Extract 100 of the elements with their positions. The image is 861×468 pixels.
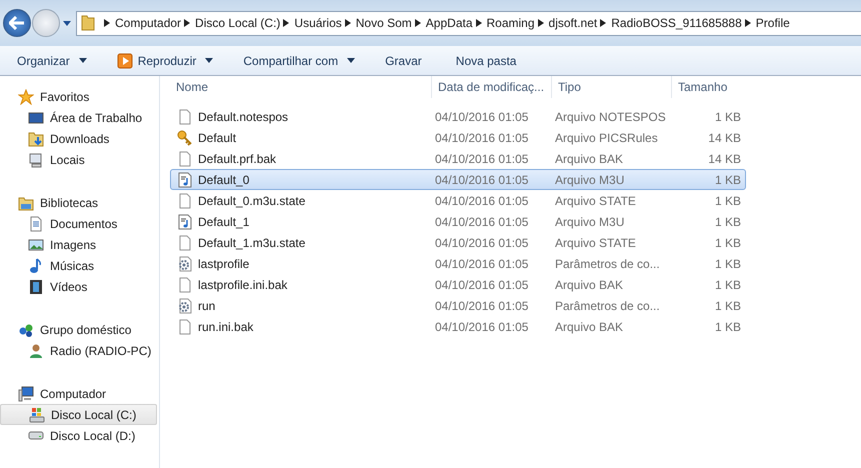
file-row[interactable]: Default.notespos 04/10/2016 01:05 Arquivo NOTESPOS 1 KB [170, 106, 746, 127]
breadcrumb-link[interactable]: Novo Som [356, 14, 412, 32]
user-icon [28, 342, 44, 358]
table-cell-text: 1 KB [714, 214, 742, 230]
breadcrumb-link[interactable]: Computador [115, 14, 182, 32]
file-name: run.ini.bak [198, 318, 254, 336]
column-header[interactable]: Tamanho [672, 76, 746, 98]
table-cell-text: Arquivo BAK [554, 150, 624, 168]
sidebar-header[interactable]: Computador [0, 383, 159, 404]
drive-icon [29, 406, 45, 422]
settings-file-icon [177, 256, 193, 272]
monitor-icon [28, 110, 44, 126]
file-icon [177, 276, 193, 292]
document-icon [28, 216, 44, 232]
chevron-icon[interactable] [744, 19, 751, 27]
column-header[interactable]: Nome [170, 76, 432, 98]
sidebar-item[interactable]: Vídeos [0, 276, 157, 297]
chevron-icon[interactable] [600, 19, 606, 27]
table-cell-text: Arquivo PICSRules [554, 130, 659, 146]
playlist-icon [177, 172, 193, 188]
sidebar-header[interactable]: Bibliotecas [0, 192, 159, 213]
caret-icon [347, 58, 356, 63]
picture-icon [28, 236, 44, 252]
file-name: lastprofile [198, 256, 250, 272]
file-row[interactable]: lastprofile.ini.bak 04/10/2016 01:05 Arquivo BAK 1 KB [170, 274, 746, 295]
file-row[interactable]: run.ini.bak 04/10/2016 01:05 Arquivo BAK 1 KB [170, 316, 746, 337]
chevron-icon[interactable] [476, 19, 482, 27]
file-row[interactable]: Default 04/10/2016 01:05 Arquivo PICSRules 14 KB [170, 127, 746, 148]
table-cell-text: Arquivo BAK [554, 318, 624, 336]
folder-arrow-icon [28, 130, 44, 146]
play-icon [116, 52, 133, 68]
breadcrumb-link[interactable]: djsoft.net [548, 14, 598, 32]
sidebar-item[interactable]: Radio (RADIO-PC) [0, 340, 157, 361]
back-arrow-icon [9, 16, 25, 30]
column-header[interactable]: Tipo [552, 76, 672, 98]
table-cell-text: 04/10/2016 01:05 [434, 172, 530, 188]
table-cell-text: 1 KB [714, 108, 742, 126]
star-icon [18, 88, 34, 104]
file-name: Default_0.m3u.state [198, 192, 306, 210]
file-row[interactable]: Default.prf.bak 04/10/2016 01:05 Arquivo BAK 14 KB [170, 148, 746, 169]
sidebar-item[interactable]: Imagens [0, 234, 157, 255]
sidebar-item[interactable]: Área de Trabalho [0, 107, 157, 128]
file-name: Default_1.m3u.state [198, 234, 306, 252]
breadcrumb-link[interactable]: Profile [756, 14, 790, 32]
file-name: Default_1 [198, 214, 250, 230]
table-cell-text: 14 KB [707, 130, 742, 146]
file-name: Default_0 [198, 172, 250, 188]
chevron-icon[interactable] [344, 19, 351, 27]
sidebar-item[interactable]: Documentos [0, 213, 157, 234]
music-note-icon [28, 258, 44, 274]
file-name: run [198, 298, 216, 314]
chevron-icon[interactable] [414, 19, 421, 27]
file-row[interactable]: Default_0.m3u.state 04/10/2016 01:05 Arquivo STATE 1 KB [170, 190, 746, 211]
chevron-icon[interactable] [283, 19, 290, 27]
sidebar-header[interactable]: Grupo doméstico [0, 319, 159, 340]
file-row[interactable]: run 04/10/2016 01:05 Parâmetros de co... 1 KB [170, 295, 746, 316]
table-cell-text: 1 KB [714, 276, 742, 294]
computer-icon [28, 152, 44, 168]
sidebar-item[interactable]: Disco Local (C:) [0, 404, 157, 425]
breadcrumb-link[interactable]: Disco Local (C:) [195, 14, 280, 32]
file-row[interactable]: Default_1 04/10/2016 01:05 Arquivo M3U 1 KB [170, 211, 746, 232]
sidebar-item[interactable]: Locais [0, 149, 157, 170]
breadcrumb-link[interactable]: Usuários [294, 14, 342, 32]
table-cell-text: 1 KB [714, 318, 742, 336]
chevron-icon[interactable] [538, 19, 544, 27]
table-cell-text: Parâmetros de co... [554, 256, 661, 272]
computer-icon [18, 386, 34, 402]
toolbar-button[interactable]: Compartilhar com [234, 48, 364, 72]
key-icon [177, 130, 193, 146]
file-icon [177, 108, 193, 124]
table-cell-text: 04/10/2016 01:05 [434, 214, 530, 230]
table-cell-text: 14 KB [707, 150, 742, 168]
table-cell-text: 04/10/2016 01:05 [434, 150, 530, 168]
breadcrumb-link[interactable]: RadioBOSS_911685888 [611, 14, 742, 32]
chevron-icon[interactable] [184, 19, 190, 27]
breadcrumb-link[interactable]: Roaming [486, 14, 535, 32]
chevron-icon[interactable] [104, 19, 110, 27]
back-button[interactable] [3, 9, 31, 37]
file-icon [177, 234, 193, 250]
column-header[interactable]: Data de modificaç... [432, 76, 552, 98]
history-caret-icon[interactable] [62, 19, 72, 27]
sidebar-header[interactable]: Favoritos [0, 86, 159, 107]
homegroup-icon [18, 322, 34, 338]
address-bar[interactable]: Computador Disco Local (C:) Usuários Novo Som AppData Roaming djsoft.net RadioBOSS_911685888 Profile [76, 10, 861, 36]
toolbar-button[interactable]: Organizar [8, 48, 96, 72]
file-row[interactable]: Default_1.m3u.state 04/10/2016 01:05 Arquivo STATE 1 KB [170, 232, 746, 253]
toolbar-button[interactable]: Gravar [376, 48, 431, 72]
toolbar-button[interactable]: Reproduzir [108, 48, 222, 72]
file-row[interactable]: Default_0 04/10/2016 01:05 Arquivo M3U 1 KB [170, 169, 746, 190]
table-cell-text: 04/10/2016 01:05 [434, 256, 530, 272]
file-row[interactable]: lastprofile 04/10/2016 01:05 Parâmetros de co... 1 KB [170, 253, 746, 274]
sidebar-item[interactable]: Músicas [0, 255, 157, 276]
toolbar-button[interactable]: Nova pasta [446, 48, 526, 72]
sidebar-item[interactable]: Disco Local (D:) [0, 425, 157, 446]
caret-icon [78, 58, 87, 63]
file-name: Default [198, 130, 236, 146]
breadcrumb-link[interactable]: AppData [426, 14, 472, 32]
table-cell-text: Parâmetros de co... [554, 298, 661, 314]
sidebar-item[interactable]: Downloads [0, 128, 157, 149]
file-icon [177, 150, 193, 166]
